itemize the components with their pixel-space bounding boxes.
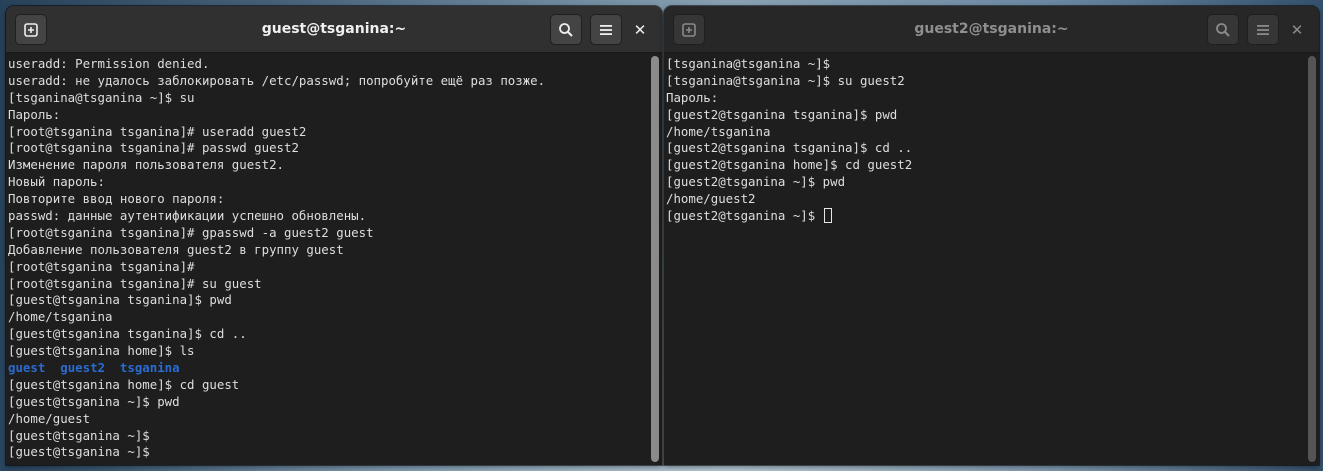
new-tab-button[interactable] <box>15 14 47 45</box>
terminal-line: [tsganina@tsganina ~]$ <box>666 56 831 71</box>
terminal-line: /home/guest <box>8 410 91 426</box>
directory-entry: guest <box>8 360 46 376</box>
new-tab-icon <box>681 22 697 38</box>
scrollbar[interactable] <box>1308 56 1316 462</box>
search-icon <box>558 22 574 38</box>
search-button[interactable] <box>1207 14 1239 45</box>
terminal-line: /home/tsganina <box>666 123 771 139</box>
terminal-line: [guest@tsganina ~]$ <box>8 427 150 443</box>
terminal-line: [guest@tsganina home]$ cd guest <box>8 376 240 392</box>
window-titlebar[interactable]: guest@tsganina:~ ✕ <box>6 6 662 53</box>
new-tab-icon <box>23 22 39 38</box>
text-cursor <box>823 208 832 224</box>
directory-entry: tsganina <box>119 360 180 376</box>
terminal-line: [root@tsganina tsganina]# passwd guest2 <box>8 140 299 156</box>
terminal-line: useradd: Permission denied. <box>8 56 210 71</box>
hamburger-menu-icon <box>1256 23 1270 37</box>
terminal-content[interactable]: [tsganina@tsganina ~]$ [tsganina@tsganina… <box>664 53 1319 465</box>
terminal-line: Добавление пользователя guest2 в группу … <box>8 241 344 257</box>
terminal-line: [root@tsganina tsganina]# su guest <box>8 275 262 291</box>
terminal-content[interactable]: useradd: Permission denied. useradd: не у… <box>6 53 662 465</box>
terminal-line: [guest2@tsganina ~]$ <box>666 208 1305 225</box>
hamburger-menu-icon <box>599 23 613 37</box>
terminal-window-guest2[interactable]: guest2@tsganina:~ ✕ [tsganina@tsganina ~… <box>664 6 1319 465</box>
terminal-window-guest[interactable]: guest@tsganina:~ ✕ useradd: Permission d… <box>6 6 662 465</box>
terminal-line: [guest@tsganina ~]$ <box>8 444 150 460</box>
terminal-line: [guest@tsganina tsganina]$ cd .. <box>8 326 247 342</box>
terminal-line: Новый пароль: <box>8 174 105 190</box>
terminal-line: [guest2@tsganina home]$ cd guest2 <box>666 157 913 173</box>
scrollbar[interactable] <box>651 56 659 462</box>
terminal-line: [root@tsganina tsganina]# useradd guest2 <box>8 123 307 139</box>
terminal-line: [guest@tsganina ~]$ pwd <box>8 393 180 409</box>
terminal-line: /home/guest2 <box>666 191 756 207</box>
terminal-line: [guest2@tsganina ~]$ pwd <box>666 174 846 190</box>
close-icon: ✕ <box>633 20 647 39</box>
terminal-line: Пароль: <box>666 89 719 105</box>
terminal-line: [tsganina@tsganina ~]$ su guest2 <box>666 72 905 88</box>
terminal-line: useradd: не удалось заблокировать /etc/p… <box>8 72 546 88</box>
terminal-line: [root@tsganina tsganina]# <box>8 258 195 274</box>
terminal-line: [guest2@tsganina tsganina]$ cd .. <box>666 140 913 156</box>
terminal-line: Изменение пароля пользователя guest2. <box>8 157 285 173</box>
terminal-line: Повторите ввод нового пароля: <box>8 191 225 207</box>
scrollbar-thumb[interactable] <box>651 56 659 462</box>
terminal-line: [guest@tsganina home]$ ls <box>8 343 195 359</box>
terminal-line: Пароль: <box>8 106 61 122</box>
terminal-line: [guest2@tsganina tsganina]$ pwd <box>666 106 898 122</box>
scrollbar-thumb[interactable] <box>1308 56 1316 462</box>
new-tab-button[interactable] <box>673 14 705 45</box>
window-titlebar[interactable]: guest2@tsganina:~ ✕ <box>664 6 1319 53</box>
directory-entry: guest2 <box>60 360 105 376</box>
terminal-output[interactable]: [tsganina@tsganina ~]$ [tsganina@tsganina… <box>666 56 1305 225</box>
terminal-output[interactable]: useradd: Permission denied. useradd: не у… <box>8 56 648 461</box>
menu-button[interactable] <box>590 14 622 45</box>
menu-button[interactable] <box>1247 14 1279 45</box>
terminal-line: guest guest2 tsganina <box>8 360 648 377</box>
terminal-line: /home/tsganina <box>8 309 113 325</box>
close-button[interactable]: ✕ <box>624 14 656 45</box>
terminal-line: [tsganina@tsganina ~]$ su <box>8 89 195 105</box>
terminal-line: passwd: данные аутентификации успешно об… <box>8 208 367 224</box>
terminal-line: [guest@tsganina tsganina]$ pwd <box>8 292 232 308</box>
close-icon: ✕ <box>1290 20 1304 39</box>
close-button[interactable]: ✕ <box>1281 14 1313 45</box>
search-icon <box>1215 22 1231 38</box>
terminal-line: [root@tsganina tsganina]# gpasswd -a gue… <box>8 224 374 240</box>
search-button[interactable] <box>550 14 582 45</box>
